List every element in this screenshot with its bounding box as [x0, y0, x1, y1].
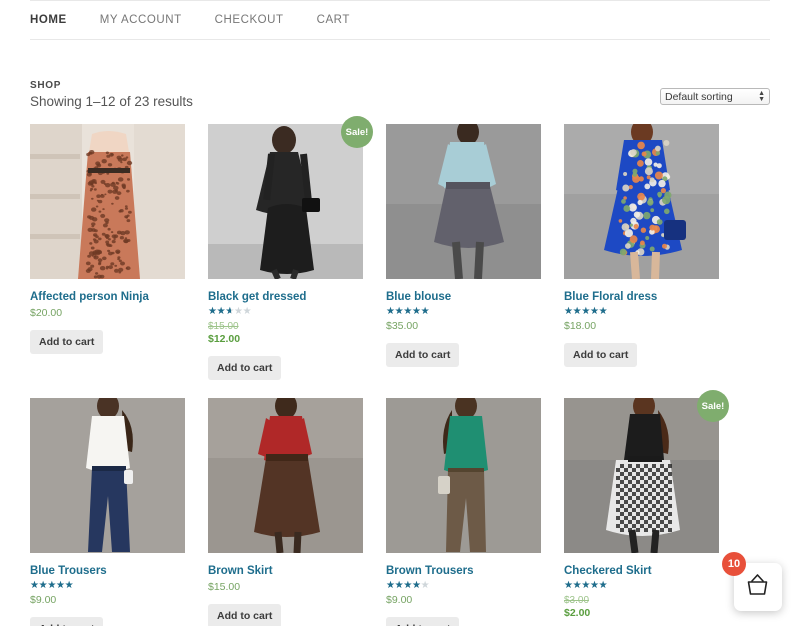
shop-header: SHOP Showing 1–12 of 23 results Default … — [30, 80, 770, 116]
add-to-cart-button[interactable]: Add to cart — [564, 343, 637, 367]
product-image[interactable] — [564, 124, 719, 279]
product-price-regular: $9.00 — [386, 594, 412, 606]
star-rating: ★★★★★★★★★★ — [564, 306, 622, 317]
main-navigation: HOME MY ACCOUNT CHECKOUT CART — [30, 0, 770, 40]
product-image[interactable] — [564, 398, 719, 553]
chevron-updown-icon: ▲▼ — [758, 91, 765, 103]
product-card: Sale!Black get dressed★★★★★★★★★★$15.00$1… — [208, 124, 363, 380]
star-rating-filled: ★★★★★ — [208, 306, 231, 317]
product-title[interactable]: Blue Trousers — [30, 564, 185, 578]
add-to-cart-button[interactable]: Add to cart — [386, 617, 459, 626]
sorting-select[interactable]: Default sorting ▲▼ — [660, 88, 770, 105]
product-title[interactable]: Brown Skirt — [208, 564, 363, 578]
product-price-regular: $35.00 — [386, 320, 418, 332]
floating-cart-button[interactable]: 10 — [734, 563, 782, 611]
shopping-basket-icon — [745, 573, 771, 602]
page-title: SHOP — [30, 80, 770, 92]
nav-item-cart[interactable]: CART — [317, 14, 350, 26]
product-card: Brown Trousers ★★★★★★★★★★ $9.00 Add to cart — [386, 398, 541, 626]
product-price: $20.00 — [30, 307, 185, 320]
nav-item-my-account[interactable]: MY ACCOUNT — [100, 14, 182, 26]
product-title[interactable]: Checkered Skirt — [564, 564, 719, 578]
sale-badge: Sale! — [697, 390, 729, 422]
product-price-sale: $12.00 — [208, 333, 363, 346]
product-price-sale: $2.00 — [564, 607, 719, 620]
product-price: $15.00 — [208, 581, 363, 594]
star-rating: ★★★★★★★★★★ — [386, 306, 444, 317]
nav-item-home[interactable]: HOME — [30, 14, 67, 26]
nav-item-checkout[interactable]: CHECKOUT — [215, 14, 284, 26]
product-card: Blue blouse ★★★★★★★★★★ $35.00 Add to cart — [386, 124, 541, 380]
product-price-regular: $18.00 — [564, 320, 596, 332]
product-title[interactable]: Brown Trousers — [386, 564, 541, 578]
star-rating: ★★★★★★★★★★ — [30, 580, 88, 591]
product-grid: Affected person Ninja $20.00 Add to cart Sa… — [30, 124, 770, 626]
star-rating-filled: ★★★★★ — [386, 306, 444, 317]
product-price-original: $3.00 — [564, 594, 719, 607]
product-price-regular: $15.00 — [208, 581, 240, 593]
product-image[interactable] — [386, 124, 541, 279]
add-to-cart-button[interactable]: Add to cart — [30, 330, 103, 354]
add-to-cart-button[interactable]: Add to cart — [208, 604, 281, 626]
star-rating-filled: ★★★★★ — [386, 580, 421, 591]
product-price-original: $15.00 — [208, 320, 363, 333]
add-to-cart-button[interactable]: Add to cart — [208, 356, 281, 380]
product-title[interactable]: Affected person Ninja — [30, 290, 185, 304]
product-image[interactable] — [30, 398, 185, 553]
product-price-regular: $9.00 — [30, 594, 56, 606]
product-price: $18.00 — [564, 320, 719, 333]
product-title[interactable]: Black get dressed — [208, 290, 363, 304]
add-to-cart-button[interactable]: Add to cart — [386, 343, 459, 367]
product-card: Blue Floral dress ★★★★★★★★★★ $18.00 Add to … — [564, 124, 719, 380]
product-price-regular: $20.00 — [30, 307, 62, 319]
product-price: $35.00 — [386, 320, 541, 333]
product-image[interactable] — [386, 398, 541, 553]
product-card: Affected person Ninja $20.00 Add to cart — [30, 124, 185, 380]
star-rating: ★★★★★★★★★★ — [208, 306, 266, 317]
product-price: $15.00$12.00 — [208, 320, 363, 346]
cart-count-badge: 10 — [722, 552, 746, 576]
product-price: $9.00 — [30, 594, 185, 607]
add-to-cart-button[interactable]: Add to cart — [30, 617, 103, 626]
product-card: Blue Trousers ★★★★★★★★★★ $9.00 Add to cart — [30, 398, 185, 626]
product-image[interactable] — [30, 124, 185, 279]
star-rating-filled: ★★★★★ — [30, 580, 76, 591]
product-image[interactable] — [208, 398, 363, 553]
sale-badge: Sale! — [341, 116, 373, 148]
product-image[interactable] — [208, 124, 363, 279]
result-count: Showing 1–12 of 23 results — [30, 93, 770, 110]
sorting-selected-value: Default sorting — [665, 91, 758, 103]
shop-page: HOME MY ACCOUNT CHECKOUT CART SHOP Showi… — [0, 0, 800, 626]
star-rating-filled: ★★★★★ — [564, 580, 616, 591]
star-rating: ★★★★★★★★★★ — [386, 580, 444, 591]
product-card: Brown Skirt $15.00 Add to cart — [208, 398, 363, 626]
product-price: $3.00$2.00 — [564, 594, 719, 620]
star-rating: ★★★★★★★★★★ — [564, 580, 622, 591]
product-title[interactable]: Blue Floral dress — [564, 290, 719, 304]
product-card: Sale!Checkered Skirt★★★★★★★★★★$3.00$2.00… — [564, 398, 719, 626]
star-rating-filled: ★★★★★ — [564, 306, 622, 317]
product-price: $9.00 — [386, 594, 541, 607]
product-title[interactable]: Blue blouse — [386, 290, 541, 304]
